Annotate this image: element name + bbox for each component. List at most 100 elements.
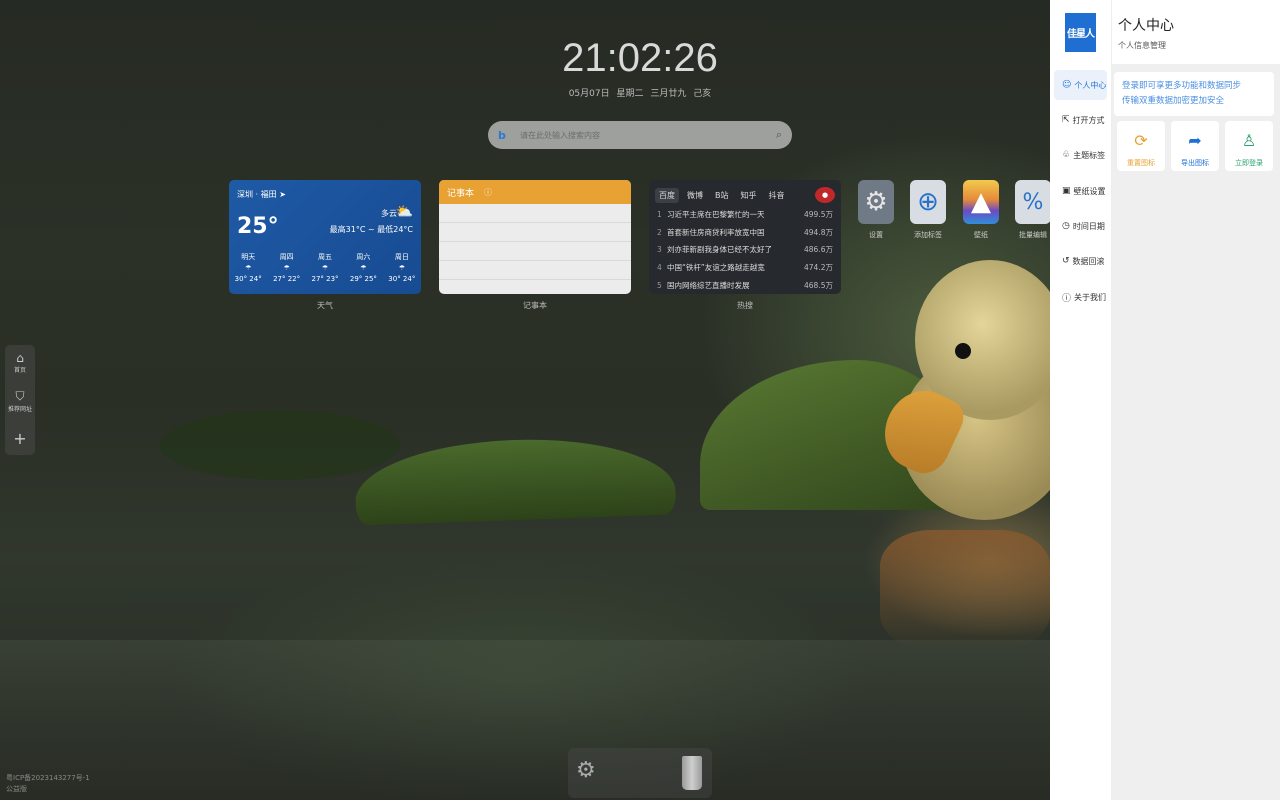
- dock-recommend[interactable]: ⛉ 推荐网址: [5, 389, 35, 413]
- date-text: 05月07日: [568, 89, 610, 99]
- location-arrow-icon: ➤: [279, 190, 286, 199]
- export-icons-button[interactable]: ➦ 导出图标: [1171, 121, 1219, 171]
- plus-icon: +: [13, 429, 27, 448]
- info-line: 登录即可享更多功能和数据同步: [1122, 81, 1242, 91]
- hot-search-widget[interactable]: 百度 微博 B站 知乎 抖音 ● 1 习近平主席在巴黎繁忙的一天 499.5万 2首…: [649, 180, 841, 294]
- info-icon: ⓘ: [1062, 293, 1072, 304]
- left-dock: ⌂ 首页 ⛉ 推荐网址 +: [5, 345, 35, 455]
- history-icon: ↺: [1062, 256, 1070, 266]
- app-label: 壁纸: [974, 231, 988, 239]
- weather-location: 深圳 · 福田 ➤: [237, 190, 286, 199]
- trash-icon[interactable]: [682, 756, 702, 790]
- rain-icon: ☂: [321, 264, 329, 272]
- app-logo: 佳星人: [1065, 13, 1096, 52]
- icp-number[interactable]: 粤ICP备2023143277号-1: [6, 773, 90, 784]
- search-input[interactable]: 请在此处输入搜索内容: [520, 130, 776, 141]
- notepad-header: 记事本 ⓘ: [439, 180, 631, 204]
- wallpaper: [0, 0, 1050, 800]
- footer-extra: 公益版: [6, 785, 27, 793]
- info-icon[interactable]: ⓘ: [484, 187, 492, 198]
- hot-tabs: 百度 微博 B站 知乎 抖音 ●: [649, 180, 841, 203]
- share-icon: ➦: [1188, 131, 1202, 150]
- app-settings[interactable]: ⚙ 设置: [858, 180, 894, 239]
- lily-pad: [160, 410, 400, 480]
- add-icon[interactable]: ⊕: [910, 180, 946, 224]
- home-icon: ⌂: [16, 351, 24, 365]
- menu-item-rollback[interactable]: ↺ 数据回滚: [1054, 246, 1107, 276]
- hot-item[interactable]: 3 刘亦菲新剧我身体已经不太好了 486.6万: [649, 241, 841, 259]
- wallpaper-icon[interactable]: ▲: [963, 180, 999, 224]
- settings-icon[interactable]: ⚙: [576, 758, 596, 783]
- fire-icon: ●: [815, 187, 835, 203]
- ganzhi-text: 己亥: [693, 89, 712, 99]
- panel-header: 个人中心 个人信息管理: [1112, 0, 1280, 64]
- info-line: 传输双重数据加密更加安全: [1122, 96, 1225, 106]
- notepad-line[interactable]: [439, 204, 631, 223]
- app-wallpaper[interactable]: ▲ 壁纸: [963, 180, 999, 239]
- tab-bilibili[interactable]: B站: [711, 188, 733, 203]
- search-bar[interactable]: b 请在此处输入搜索内容 ⌕: [488, 121, 792, 149]
- forecast-day: 周六 ☂ 29° 25°: [349, 253, 377, 283]
- image-icon: ▣: [1062, 186, 1071, 196]
- notepad-label: 记事本: [523, 301, 547, 310]
- user-icon: ♙: [1241, 131, 1257, 150]
- footer: 粤ICP备2023143277号-1 公益版: [6, 773, 90, 795]
- weather-forecast: 明天 ☂ 30° 24° 周四 ☂ 27° 22° 周五 ☂ 27° 23° 周六 ☂ 29° …: [229, 252, 421, 285]
- login-info-box[interactable]: 登录即可享更多功能和数据同步 传输双重数据加密更加安全: [1114, 72, 1274, 116]
- menu-item-profile[interactable]: ☺ 个人中心: [1054, 70, 1107, 100]
- rain-icon: ☂: [283, 264, 290, 272]
- menu-item-open-mode[interactable]: ⇱ 打开方式: [1054, 105, 1107, 135]
- dock-add[interactable]: +: [5, 429, 35, 448]
- app-batch-edit[interactable]: % 批量编辑: [1015, 180, 1051, 239]
- profile-panel: 个人中心 个人信息管理 登录即可享更多功能和数据同步 传输双重数据加密更加安全 …: [1112, 0, 1280, 800]
- notepad-widget[interactable]: 记事本 ⓘ: [439, 180, 631, 294]
- weekday-text: 星期二: [616, 89, 644, 99]
- hot-item[interactable]: 5 国内网络综艺直播时发展 468.5万: [649, 276, 841, 294]
- weather-temp: 25°: [237, 214, 279, 239]
- menu-item-wallpaper[interactable]: ▣ 壁纸设置: [1054, 176, 1107, 206]
- reset-icons-button[interactable]: ⟳ 重置图标: [1117, 121, 1165, 171]
- bing-icon[interactable]: b: [498, 129, 520, 142]
- settings-icon[interactable]: ⚙: [858, 180, 894, 224]
- menu-item-datetime[interactable]: ◷ 时间日期: [1054, 211, 1107, 241]
- external-link-icon: ⇱: [1062, 115, 1070, 125]
- tab-baidu[interactable]: 百度: [655, 187, 679, 203]
- app-add-tag[interactable]: ⊕ 添加标签: [910, 180, 946, 239]
- dock-home[interactable]: ⌂ 首页: [5, 351, 35, 374]
- weather-widget[interactable]: 深圳 · 福田 ➤ 25° 多云 ⛅ 最高31°C ~ 最低24°C 明天 ☂ 30…: [229, 180, 421, 294]
- hot-item[interactable]: 2 首套新住房商贷利率放宽中国 494.8万: [649, 224, 841, 242]
- percent-icon[interactable]: %: [1015, 180, 1051, 224]
- bottom-dock: ⚙: [568, 748, 712, 798]
- forecast-day: 周五 ☂ 27° 23°: [311, 253, 339, 283]
- shield-icon: ⛉: [15, 389, 25, 403]
- app-label: 添加标签: [914, 231, 942, 239]
- clock-time: 21:02:26: [562, 36, 718, 80]
- tab-douyin[interactable]: 抖音: [765, 188, 789, 203]
- hot-item[interactable]: 1 习近平主席在巴黎繁忙的一天 499.5万: [649, 206, 841, 224]
- hot-item[interactable]: 4 中国“铁杆”友谊之路越走越宽 474.2万: [649, 259, 841, 277]
- rain-icon: ☂: [398, 264, 405, 272]
- tab-zhihu[interactable]: 知乎: [737, 188, 761, 203]
- clock-icon: ◷: [1062, 221, 1070, 231]
- menu-item-about[interactable]: ⓘ 关于我们: [1054, 282, 1107, 312]
- forecast-day: 周四 ☂ 27° 22°: [273, 253, 301, 283]
- water-reflection: [880, 530, 1050, 650]
- lily-pad: [353, 434, 677, 526]
- lunar-text: 三月廿九: [650, 89, 687, 99]
- user-icon: ☺: [1062, 80, 1072, 90]
- app-label: 设置: [869, 231, 883, 239]
- notepad-line[interactable]: [439, 223, 631, 242]
- weather-label: 天气: [317, 301, 333, 310]
- panel-subtitle: 个人信息管理: [1118, 41, 1166, 50]
- notepad-line[interactable]: [439, 261, 631, 280]
- partly-cloudy-icon: ⛅: [395, 204, 413, 220]
- search-icon[interactable]: ⌕: [776, 128, 782, 142]
- forecast-day: 明天 ☂ 30° 24°: [234, 253, 262, 283]
- refresh-icon: ⟳: [1134, 131, 1148, 150]
- tab-weibo[interactable]: 微博: [683, 188, 707, 203]
- settings-menu: 佳星人 ☺ 个人中心 ⇱ 打开方式 ♧ 主题标签 ▣ 壁纸设置 ◷ 时间日期 ↺ 数据回滚 …: [1050, 0, 1112, 800]
- menu-item-theme[interactable]: ♧ 主题标签: [1054, 140, 1107, 170]
- login-button[interactable]: ♙ 立即登录: [1225, 121, 1273, 171]
- notepad-line[interactable]: [439, 242, 631, 261]
- hot-label: 热搜: [737, 301, 753, 310]
